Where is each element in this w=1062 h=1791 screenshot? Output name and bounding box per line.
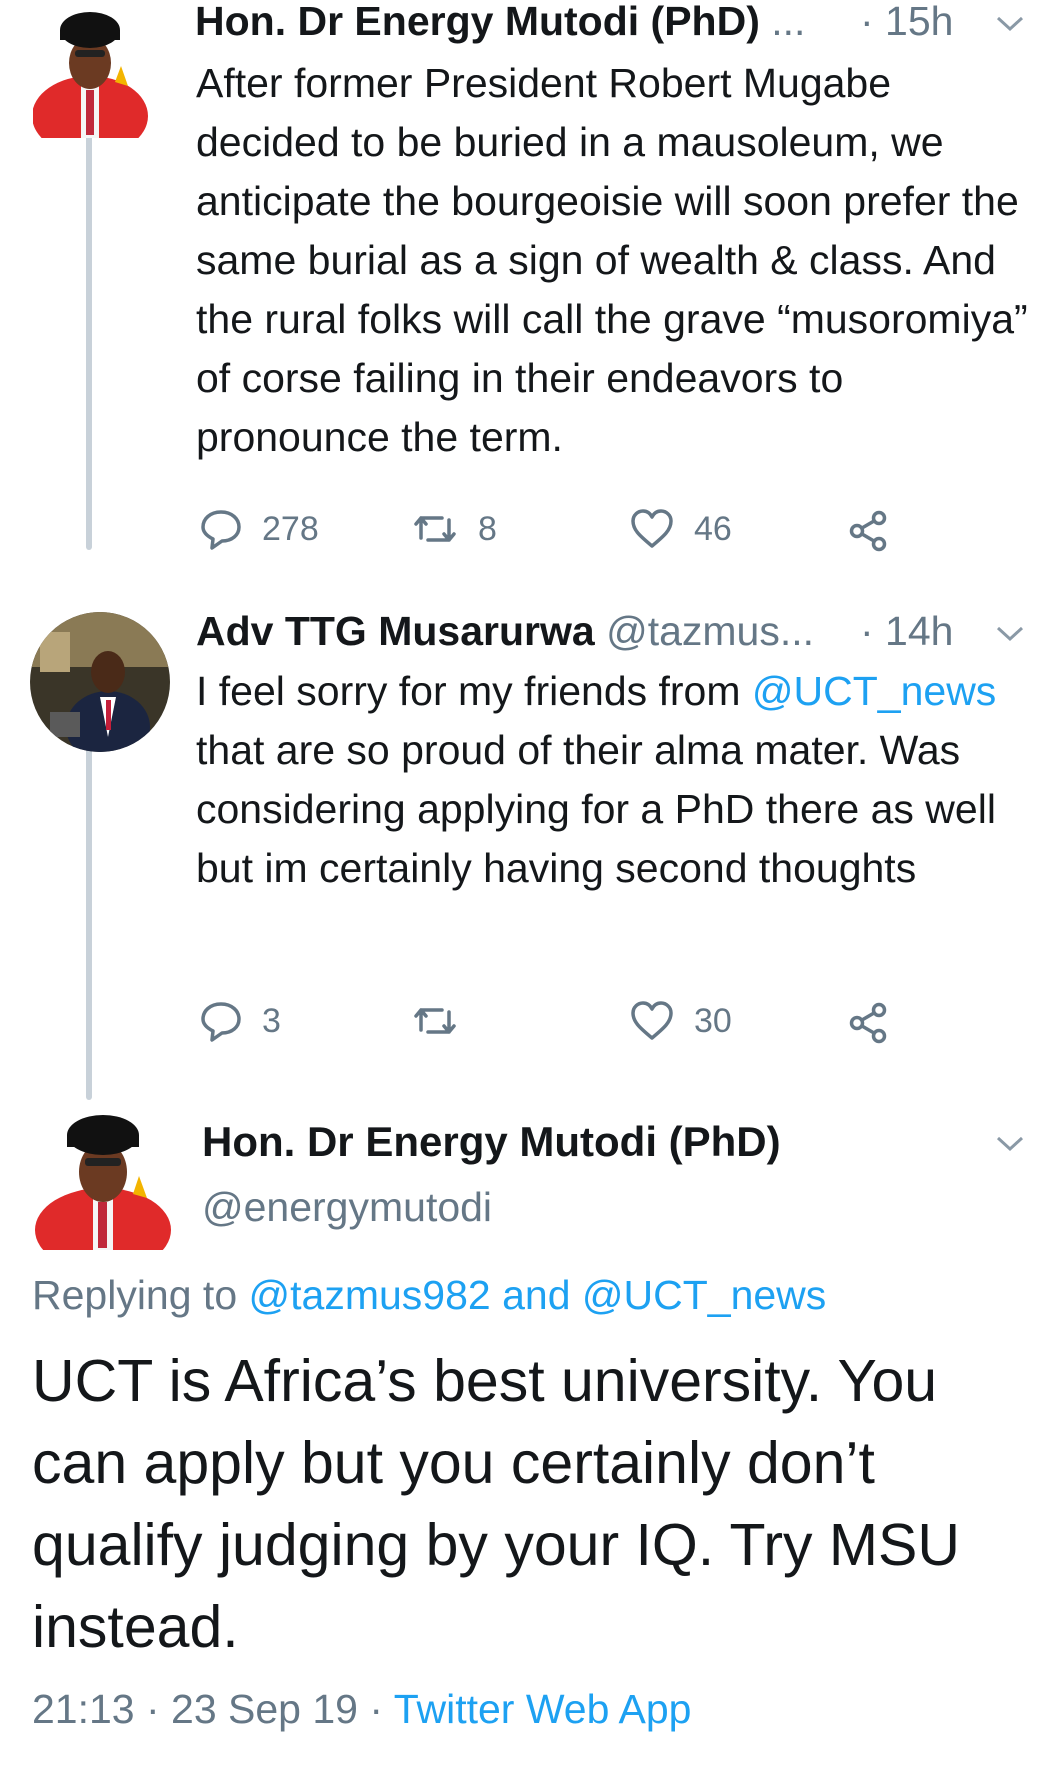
source-link[interactable]: Twitter Web App [394,1686,692,1732]
replying-prefix: Replying to [32,1272,249,1318]
reply-button[interactable]: 3 [200,1000,281,1042]
tweet-text-end: that are so proud of their alma mater. W… [196,727,996,891]
share-button[interactable] [848,1002,890,1044]
thread-line [86,135,92,550]
retweet-button[interactable]: 8 [412,508,497,550]
tweet-metadata: 21:13 · 23 Sep 19 · Twitter Web App [32,1686,691,1733]
avatar[interactable] [33,8,148,138]
like-count: 30 [694,1001,732,1040]
heart-icon [631,1001,673,1040]
user-handle[interactable]: @energymutodi [202,1184,492,1231]
truncation-ellipsis: ... [771,0,806,44]
retweet-button[interactable] [412,1000,478,1042]
like-button[interactable]: 30 [630,1000,732,1042]
display-name[interactable]: Hon. Dr Energy Mutodi (PhD) [195,0,760,44]
display-name[interactable]: Adv TTG Musarurwa [196,608,595,654]
tweet-text: I feel sorry for my friends from @UCT_ne… [196,662,1036,898]
tweet-header: Adv TTG Musarurwa @tazmus... [196,608,814,655]
tweet-text: After former President Robert Mugabe dec… [196,60,1028,460]
mention-link[interactable]: @UCT_news [752,668,996,714]
tweet-text-start: I feel sorry for my friends from [196,668,752,714]
heart-icon [631,509,673,548]
timestamp[interactable]: 21:13 · 23 Sep 19 · [32,1686,394,1732]
share-button[interactable] [848,510,890,552]
user-handle[interactable]: @tazmus... [606,608,814,654]
tweet-time[interactable]: · 15h [860,0,953,45]
chevron-down-icon[interactable] [995,624,1025,649]
display-name[interactable]: Hon. Dr Energy Mutodi (PhD) [202,1118,781,1166]
replying-to: Replying to @tazmus982 and @UCT_news [32,1272,826,1319]
tweet-time[interactable]: · 14h [860,608,953,655]
avatar[interactable] [30,612,170,752]
reply-count: 3 [262,1001,281,1040]
retweet-icon [414,516,456,542]
retweet-icon [414,1008,456,1034]
main-tweet-text: UCT is Africa’s best university. You can… [32,1348,960,1660]
chevron-down-icon[interactable] [995,14,1025,39]
tweet-header: Hon. Dr Energy Mutodi (PhD) ... [195,0,805,45]
share-icon [849,510,887,552]
replying-mentions[interactable]: @tazmus982 and @UCT_news [249,1272,827,1318]
like-count: 46 [694,509,732,548]
reply-icon [201,1002,241,1042]
retweet-count: 8 [478,509,497,548]
share-icon [849,1002,887,1044]
reply-count: 278 [262,509,319,548]
reply-button[interactable]: 278 [200,508,319,550]
reply-icon [201,510,241,550]
like-button[interactable]: 46 [630,508,732,550]
chevron-down-icon[interactable] [995,1134,1025,1159]
avatar[interactable] [33,1110,173,1250]
